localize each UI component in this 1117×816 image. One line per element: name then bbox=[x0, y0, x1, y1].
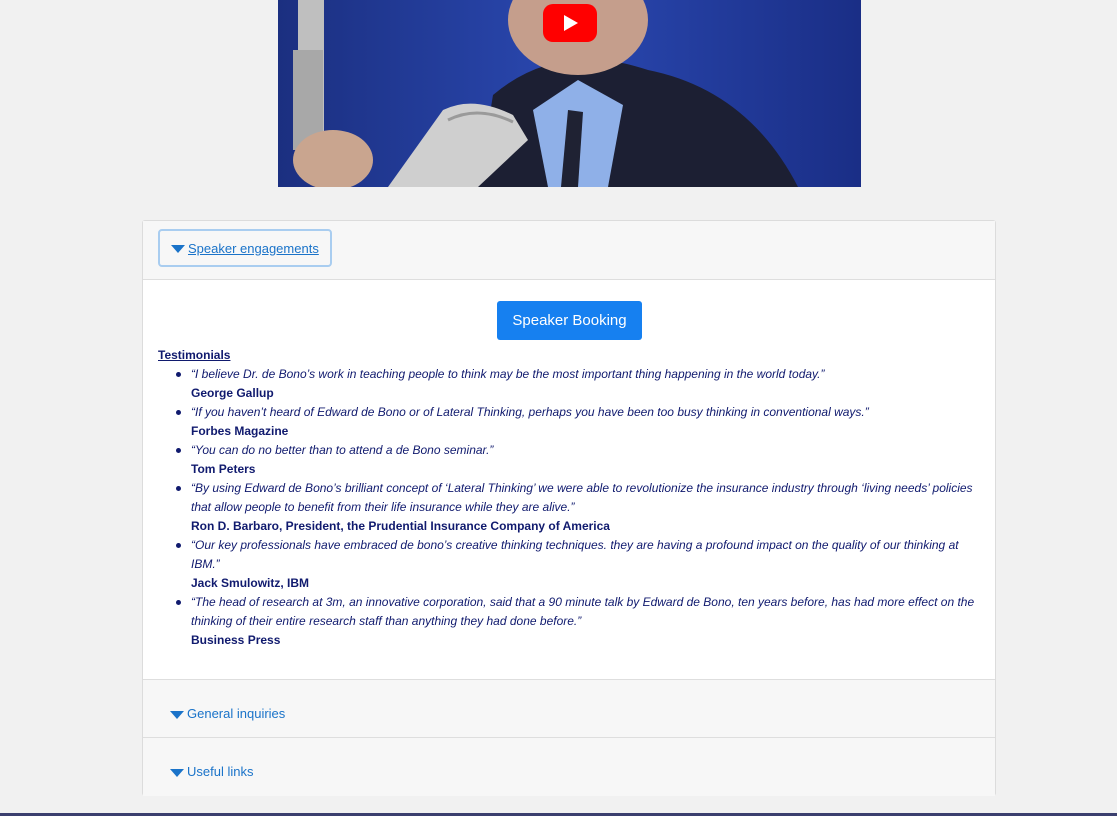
testimonial-quote: “Our key professionals have embraced de … bbox=[191, 538, 959, 571]
testimonial-quote: “If you haven’t heard of Edward de Bono … bbox=[191, 405, 869, 419]
testimonial-author: Ron D. Barbaro, President, the Prudentia… bbox=[191, 519, 610, 533]
testimonial-item: “Our key professionals have embraced de … bbox=[176, 536, 981, 593]
testimonial-item: “The head of research at 3m, an innovati… bbox=[176, 593, 981, 650]
accordion-header-useful-links: Useful links bbox=[143, 738, 995, 796]
testimonial-item: “I believe Dr. de Bono’s work in teachin… bbox=[176, 365, 981, 403]
caret-down-icon bbox=[170, 768, 184, 777]
testimonials-list: “I believe Dr. de Bono’s work in teachin… bbox=[176, 365, 981, 650]
caret-down-icon bbox=[170, 710, 184, 719]
testimonial-author: Tom Peters bbox=[191, 462, 256, 476]
testimonial-author: George Gallup bbox=[191, 386, 274, 400]
testimonial-quote: “I believe Dr. de Bono’s work in teachin… bbox=[191, 367, 825, 381]
general-inquiries-toggle[interactable]: General inquiries bbox=[170, 706, 285, 721]
useful-links-toggle[interactable]: Useful links bbox=[170, 764, 253, 779]
accordion-header-general-inquiries: General inquiries bbox=[143, 679, 995, 738]
testimonial-quote: “The head of research at 3m, an innovati… bbox=[191, 595, 975, 628]
testimonial-item: “You can do no better than to attend a d… bbox=[176, 441, 981, 479]
testimonial-author: Jack Smulowitz, IBM bbox=[191, 576, 310, 590]
accordion: Speaker engagements Speaker Booking Test… bbox=[142, 220, 996, 796]
useful-links-label: Useful links bbox=[187, 764, 254, 779]
testimonial-quote: “You can do no better than to attend a d… bbox=[191, 443, 494, 457]
testimonial-author: Forbes Magazine bbox=[191, 424, 289, 438]
page: Speaker engagements Speaker Booking Test… bbox=[0, 0, 1117, 816]
speaker-engagements-label: Speaker engagements bbox=[188, 240, 319, 256]
testimonial-item: “By using Edward de Bono’s brilliant con… bbox=[176, 479, 981, 536]
caret-down-icon bbox=[171, 245, 185, 253]
testimonial-item: “If you haven’t heard of Edward de Bono … bbox=[176, 403, 981, 441]
testimonial-author: Business Press bbox=[191, 633, 281, 647]
speaker-booking-button[interactable]: Speaker Booking bbox=[497, 301, 642, 340]
youtube-play-icon[interactable] bbox=[543, 4, 597, 42]
testimonial-quote: “By using Edward de Bono’s brilliant con… bbox=[191, 481, 973, 514]
testimonials-link[interactable]: Testimonials bbox=[158, 348, 230, 362]
speaker-engagements-toggle[interactable]: Speaker engagements bbox=[158, 229, 332, 267]
video-embed[interactable] bbox=[278, 0, 861, 187]
accordion-header-speaker-engagements: Speaker engagements bbox=[143, 221, 995, 280]
speaker-engagements-panel: Speaker Booking Testimonials “I believe … bbox=[143, 280, 995, 679]
general-inquiries-label: General inquiries bbox=[187, 706, 286, 721]
